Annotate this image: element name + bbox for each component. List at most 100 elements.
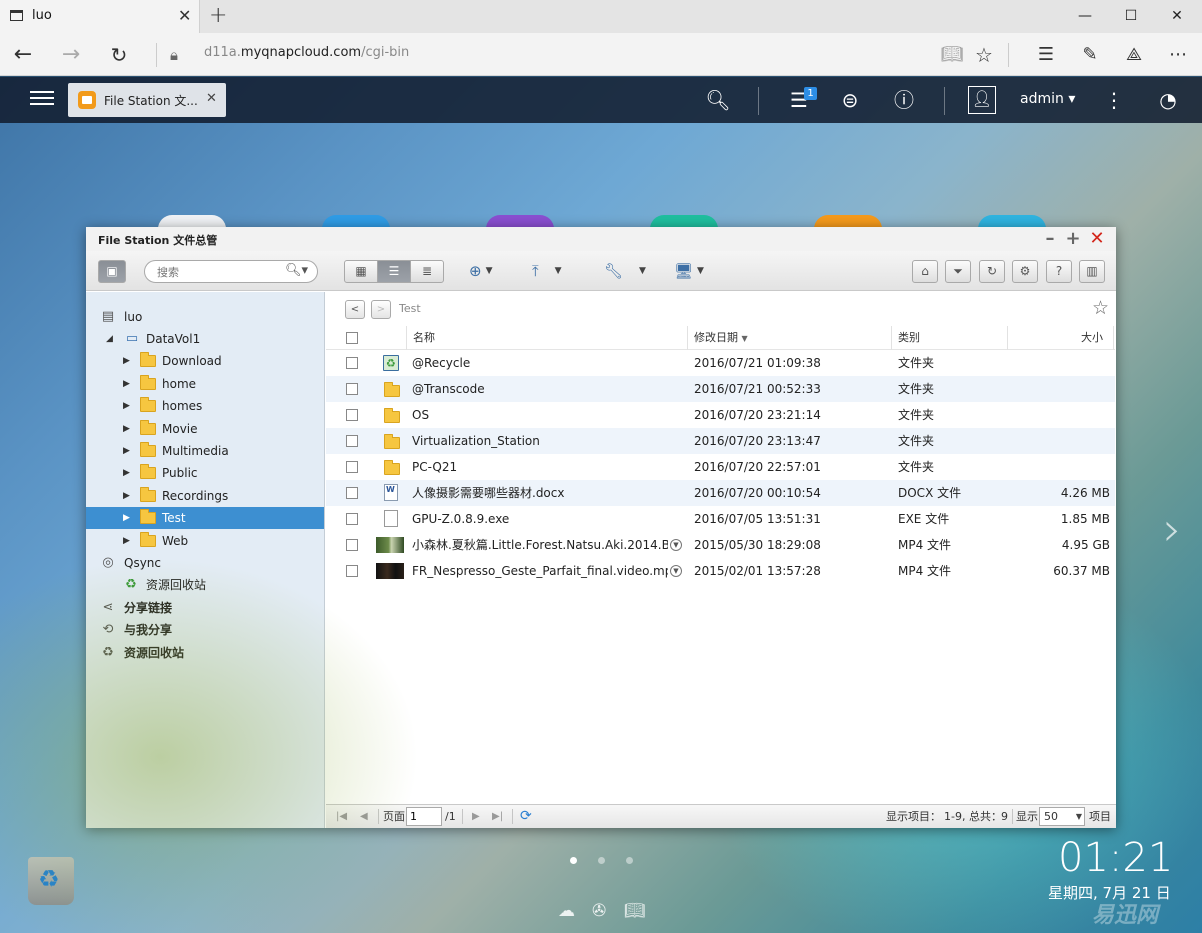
file-row[interactable]: FR_Nespresso_Geste_Parfait_final.video.m…: [326, 558, 1115, 584]
refresh-icon[interactable]: ⟳: [520, 805, 532, 828]
file-row[interactable]: PC-Q21 2016/07/20 22:57:01 文件夹: [326, 454, 1115, 480]
remote-mount-button[interactable]: 🖥︎ ▼: [674, 260, 704, 283]
column-header-name[interactable]: 名称: [406, 326, 688, 350]
external-devices-icon[interactable]: ⊜: [836, 86, 864, 114]
select-all-checkbox[interactable]: [346, 332, 358, 344]
file-row[interactable]: Virtualization_Station 2016/07/20 23:13:…: [326, 428, 1115, 454]
file-row[interactable]: 人像摄影需要哪些器材.docx 2016/07/20 00:10:54 DOCX…: [326, 480, 1115, 506]
maximize-icon[interactable]: +: [1063, 229, 1083, 249]
tree-item-public[interactable]: ▶ Public: [86, 462, 324, 484]
refresh-button[interactable]: ↻: [104, 41, 134, 69]
tree-item-share-links[interactable]: ⋖ 分享链接: [86, 597, 324, 619]
page-dot[interactable]: [598, 857, 605, 864]
row-checkbox[interactable]: [346, 513, 358, 525]
last-page-icon[interactable]: ▶|: [492, 805, 503, 828]
tools-icon[interactable]: ✇: [592, 901, 606, 921]
panel-toggle-icon[interactable]: ▥: [1079, 260, 1105, 283]
column-header-type[interactable]: 类别: [892, 326, 1008, 350]
column-header-size[interactable]: 大小: [1008, 326, 1114, 350]
browser-tab[interactable]: luo ✕: [0, 0, 200, 33]
row-checkbox[interactable]: [346, 383, 358, 395]
file-row[interactable]: OS 2016/07/20 23:21:14 文件夹: [326, 402, 1115, 428]
search-icon[interactable]: 🔍︎: [704, 86, 732, 114]
path-back-button[interactable]: <: [345, 300, 365, 319]
hub-icon[interactable]: ☰: [1032, 41, 1060, 69]
row-checkbox[interactable]: [346, 565, 358, 577]
detail-view-button[interactable]: ≣: [410, 260, 444, 283]
reading-view-icon[interactable]: 📖︎: [938, 41, 966, 69]
column-header-modified[interactable]: 修改日期 ▼: [688, 326, 892, 350]
path-forward-button[interactable]: >: [371, 300, 391, 319]
first-page-icon[interactable]: |◀: [336, 805, 347, 828]
snapshot-icon[interactable]: ⌂: [912, 260, 938, 283]
collapsed-arrow-icon[interactable]: ▶: [123, 373, 130, 395]
star-icon[interactable]: ☆: [1092, 297, 1109, 319]
row-checkbox[interactable]: [346, 357, 358, 369]
refresh-icon[interactable]: ↻: [979, 260, 1005, 283]
new-tab-button[interactable]: +: [209, 3, 227, 28]
filter-icon[interactable]: ⏷: [945, 260, 971, 283]
main-menu-icon[interactable]: [30, 87, 54, 111]
row-checkbox[interactable]: [346, 409, 358, 421]
tree-item-download[interactable]: ▶ Download: [86, 350, 324, 372]
more-options-icon[interactable]: ⋮: [1100, 86, 1128, 114]
row-menu-icon[interactable]: ▼: [670, 565, 682, 577]
tree-item-volume[interactable]: ◢ ▭ DataVol1: [86, 328, 324, 350]
close-window-button[interactable]: ✕: [1154, 0, 1200, 33]
tree-item-web[interactable]: ▶ Web: [86, 530, 324, 552]
file-row[interactable]: GPU-Z.0.8.9.exe 2016/07/05 13:51:31 EXE …: [326, 506, 1115, 532]
help-icon[interactable]: ?: [1046, 260, 1072, 283]
book-icon[interactable]: 📖︎: [624, 901, 646, 921]
collapsed-arrow-icon[interactable]: ▶: [123, 440, 130, 462]
tree-item-qsync[interactable]: ◎ Qsync: [86, 552, 324, 574]
info-icon[interactable]: ⓘ: [890, 86, 918, 114]
more-icon[interactable]: ⋯: [1164, 41, 1192, 69]
row-checkbox[interactable]: [346, 539, 358, 551]
tree-item-homes[interactable]: ▶ homes: [86, 395, 324, 417]
thumbnail-view-button[interactable]: ▦: [344, 260, 378, 283]
tree-item-home[interactable]: ▶ home: [86, 373, 324, 395]
collapsed-arrow-icon[interactable]: ▶: [123, 462, 130, 484]
user-avatar-icon[interactable]: 👤︎: [968, 86, 996, 114]
page-number-input[interactable]: [406, 807, 442, 826]
create-button[interactable]: ⊕ ▼: [469, 260, 493, 283]
user-menu[interactable]: admin ▾: [1020, 91, 1075, 107]
page-dot[interactable]: [626, 857, 633, 864]
page-size-select[interactable]: 50: [1039, 807, 1085, 826]
minimize-icon[interactable]: –: [1040, 229, 1060, 249]
tree-item-qsync-recycle[interactable]: ♻ 资源回收站: [86, 574, 324, 596]
trash-can-icon[interactable]: [28, 857, 74, 905]
next-page-icon[interactable]: ▶: [472, 805, 480, 828]
search-box[interactable]: 🔍︎▾: [144, 260, 318, 283]
search-input[interactable]: [157, 264, 277, 280]
tools-button[interactable]: 🔧︎ ▼: [604, 260, 646, 283]
page-dot[interactable]: [570, 857, 577, 864]
prev-page-icon[interactable]: ◀: [360, 805, 368, 828]
row-checkbox[interactable]: [346, 461, 358, 473]
file-row[interactable]: @Recycle 2016/07/21 01:09:38 文件夹: [326, 350, 1115, 377]
tree-item-movie[interactable]: ▶ Movie: [86, 418, 324, 440]
search-icon[interactable]: 🔍︎▾: [285, 263, 308, 278]
dashboard-icon[interactable]: ◔: [1154, 86, 1182, 114]
row-checkbox[interactable]: [346, 487, 358, 499]
collapsed-arrow-icon[interactable]: ▶: [123, 530, 130, 552]
list-view-button[interactable]: ☰: [377, 260, 411, 283]
minimize-window-button[interactable]: —: [1062, 0, 1108, 33]
web-note-icon[interactable]: ✎: [1076, 41, 1104, 69]
window-title-bar[interactable]: File Station 文件总管 – + ✕: [86, 227, 1116, 251]
next-desktop-page-icon[interactable]: ›: [1163, 502, 1181, 556]
forward-button[interactable]: →: [56, 41, 86, 69]
favorite-star-icon[interactable]: ☆: [970, 41, 998, 69]
collapsed-arrow-icon[interactable]: ▶: [123, 485, 130, 507]
cloud-icon[interactable]: ☁: [558, 901, 575, 921]
close-icon[interactable]: ✕: [1087, 229, 1107, 249]
close-icon[interactable]: ✕: [206, 91, 217, 106]
row-menu-icon[interactable]: ▼: [670, 539, 682, 551]
close-tab-icon[interactable]: ✕: [178, 6, 191, 25]
file-row[interactable]: 小森林.夏秋篇.Little.Forest.Natsu.Aki.2014.BD1…: [326, 532, 1115, 558]
tree-item-test[interactable]: ▶ Test: [86, 507, 324, 529]
tree-item-shared-with-me[interactable]: ⟲ 与我分享: [86, 619, 324, 641]
url-field[interactable]: d11a.myqnapcloud.com/cgi-bin: [204, 45, 409, 60]
file-station-app-tab[interactable]: File Station 文... ✕: [68, 83, 226, 117]
file-row[interactable]: @Transcode 2016/07/21 00:52:33 文件夹: [326, 376, 1115, 402]
